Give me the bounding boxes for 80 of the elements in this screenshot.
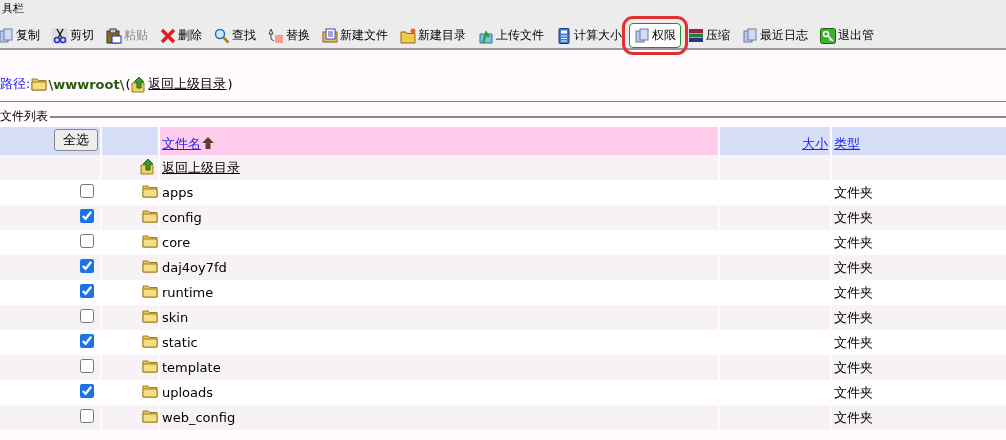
folder-icon xyxy=(142,234,158,248)
row-checkbox[interactable] xyxy=(80,259,94,273)
folder-icon xyxy=(31,77,48,91)
folder-icon xyxy=(400,27,416,44)
file-name[interactable]: core xyxy=(162,235,191,250)
books-icon xyxy=(688,27,704,44)
row-checkbox[interactable] xyxy=(80,384,94,398)
row-checkbox[interactable] xyxy=(80,359,94,373)
toolbar-button[interactable]: 删除 xyxy=(155,23,207,48)
file-name[interactable]: config xyxy=(162,210,202,225)
folder-icon xyxy=(142,209,158,223)
document-icon xyxy=(322,27,338,44)
toolbar-button[interactable]: 剪切 xyxy=(47,23,99,48)
file-type: 文件夹 xyxy=(834,409,873,425)
toolbar-button[interactable]: 退出管 xyxy=(815,23,879,48)
folder-icon xyxy=(142,284,158,298)
path-label: 路径: xyxy=(0,75,31,93)
toolbar-button[interactable]: 查找 xyxy=(209,23,261,48)
folder-icon xyxy=(142,259,158,273)
select-all-button[interactable]: 全选 xyxy=(54,129,98,151)
file-name[interactable]: uploads xyxy=(162,385,214,400)
key-icon xyxy=(820,27,836,44)
toolbar-button[interactable]: 新建目录 xyxy=(395,23,471,48)
toolbar-button[interactable]: 上传文件 xyxy=(473,23,549,48)
file-type: 文件夹 xyxy=(834,309,873,325)
path-value: \wwwroot\ xyxy=(48,76,125,92)
file-type: 文件夹 xyxy=(834,384,873,400)
calculator-icon xyxy=(556,27,572,44)
folder-icon xyxy=(142,309,158,323)
upload-icon xyxy=(478,27,494,44)
size-column-header[interactable]: 大小 xyxy=(802,136,828,151)
row-checkbox[interactable] xyxy=(80,209,94,223)
file-name[interactable]: template xyxy=(162,360,221,375)
sort-arrow-icon xyxy=(201,136,215,150)
row-checkbox[interactable] xyxy=(80,334,94,348)
toolbar-button[interactable]: 压缩 xyxy=(683,23,735,48)
name-column-header[interactable]: 文件名 xyxy=(162,136,201,151)
parent-folder-link[interactable]: 返回上级目录 xyxy=(148,75,227,93)
file-name[interactable]: daj4oy7fd xyxy=(162,260,227,275)
row-checkbox[interactable] xyxy=(80,184,94,198)
up-folder-icon xyxy=(140,157,156,175)
file-type: 文件夹 xyxy=(834,209,873,225)
toolbar-button[interactable]: 新建文件 xyxy=(317,23,393,48)
parent-folder-link[interactable]: 返回上级目录 xyxy=(162,159,240,175)
list-legend: 文件列表 xyxy=(0,108,48,125)
paren-text: ( xyxy=(125,76,131,92)
toolbar-button[interactable]: 最近日志 xyxy=(737,23,813,48)
file-name[interactable]: apps xyxy=(162,185,194,200)
toolbar-legend: 具栏 xyxy=(0,4,24,14)
file-type: 文件夹 xyxy=(834,334,873,350)
up-folder-icon xyxy=(131,75,148,93)
clipboard-icon xyxy=(106,27,122,44)
file-name[interactable]: skin xyxy=(162,310,189,325)
row-checkbox[interactable] xyxy=(80,284,94,298)
file-type: 文件夹 xyxy=(834,259,873,275)
row-checkbox[interactable] xyxy=(80,309,94,323)
file-type: 文件夹 xyxy=(834,359,873,375)
file-name[interactable]: runtime xyxy=(162,285,214,300)
folder-icon xyxy=(142,409,158,423)
paren-text: ) xyxy=(227,76,233,92)
file-name[interactable]: static xyxy=(162,335,198,350)
file-type: 文件夹 xyxy=(834,184,873,200)
search-icon xyxy=(214,27,230,44)
folder-icon xyxy=(142,359,158,373)
file-type: 文件夹 xyxy=(834,234,873,250)
row-checkbox[interactable] xyxy=(80,409,94,423)
toolbar-button[interactable]: 复制 xyxy=(0,23,45,48)
folder-icon xyxy=(142,334,158,348)
folder-icon xyxy=(142,384,158,398)
file-type: 文件夹 xyxy=(834,284,873,300)
pages-icon xyxy=(634,27,650,44)
type-column-header[interactable]: 类型 xyxy=(834,136,860,151)
pages-icon xyxy=(742,27,758,44)
row-checkbox[interactable] xyxy=(80,234,94,248)
folder-icon xyxy=(142,184,158,198)
toolbar-button[interactable]: 替换 xyxy=(263,23,315,48)
close-icon xyxy=(160,27,176,44)
file-name[interactable]: web_config xyxy=(162,410,236,425)
pages-icon xyxy=(0,27,14,44)
scissors-icon xyxy=(52,27,68,44)
